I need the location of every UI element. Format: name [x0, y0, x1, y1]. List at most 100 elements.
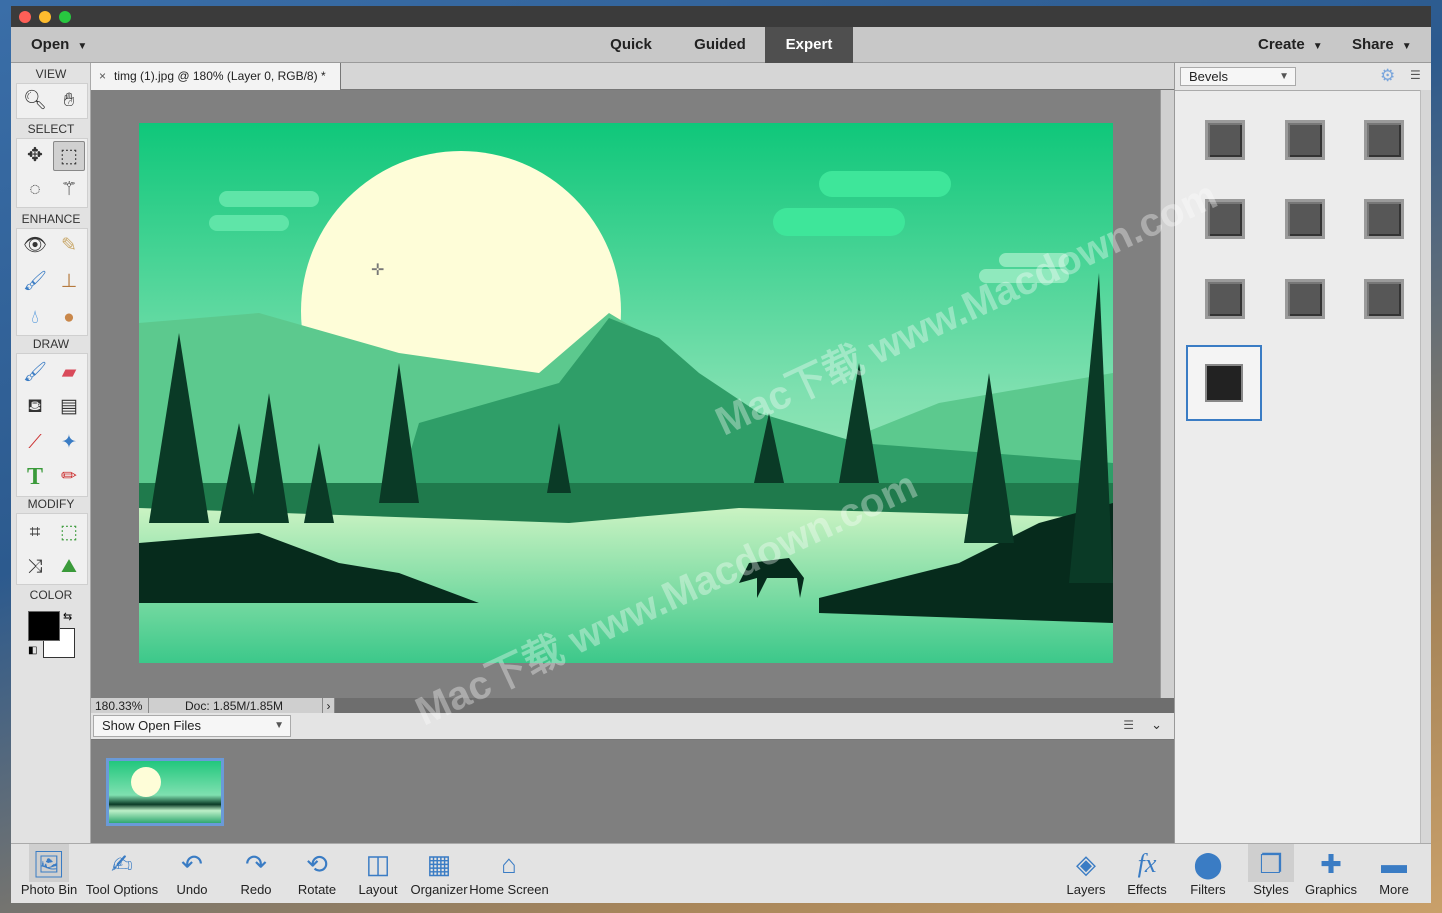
redo-button[interactable]: ↷ Redo [231, 844, 281, 903]
recompose-tool-icon[interactable]: ⬚ [53, 518, 85, 548]
photo-thumbnail[interactable] [106, 758, 224, 826]
gear-icon[interactable]: ⚙ [1380, 66, 1395, 86]
pencil-tool-icon[interactable]: ✏︎ [53, 462, 85, 492]
zoom-tool-icon[interactable]: 🔍︎ [19, 86, 51, 116]
collapse-chevron-icon[interactable]: ⌄ [1151, 717, 1162, 733]
chevron-down-icon: ▼ [1279, 71, 1289, 82]
tab-expert[interactable]: Expert [765, 27, 853, 63]
effects-button[interactable]: fx Effects [1124, 844, 1170, 903]
image-canvas[interactable] [139, 123, 1113, 663]
vertical-scrollbar[interactable] [1160, 90, 1174, 698]
brush-tool-icon[interactable]: 🖌︎ [19, 358, 51, 388]
filters-button[interactable]: ⬤ Filters [1185, 844, 1231, 903]
close-window-button[interactable] [19, 11, 31, 23]
foreground-color-swatch[interactable] [28, 611, 60, 641]
tool-options-button[interactable]: ✍︎ Tool Options [85, 844, 159, 903]
home-screen-button[interactable]: ⌂ Home Screen [469, 844, 549, 903]
sponge-tool-icon[interactable]: ● [53, 303, 85, 333]
bevel-swatch[interactable] [1364, 199, 1404, 239]
close-tab-icon[interactable]: × [99, 69, 106, 83]
dropdown-value: Bevels [1189, 69, 1229, 84]
share-label: Share [1352, 36, 1394, 53]
default-colors-icon[interactable]: ◧ [28, 645, 40, 657]
create-button[interactable]: Create ▼ [1258, 27, 1323, 63]
styles-button[interactable]: ❐ Styles [1248, 844, 1294, 903]
bevel-swatch[interactable] [1205, 279, 1245, 319]
more-button[interactable]: ▬ More [1371, 844, 1417, 903]
smart-brush-icon[interactable]: 🖌︎ [19, 267, 51, 297]
bevel-swatch[interactable] [1285, 120, 1325, 160]
rotate-button[interactable]: ⟲ Rotate [291, 844, 343, 903]
straighten-tool-icon[interactable]: ⛰︎ [53, 552, 85, 582]
document-title: timg (1).jpg @ 180% (Layer 0, RGB/8) * [114, 69, 326, 83]
label: Graphics [1304, 882, 1358, 897]
zoom-readout: 180.33% [91, 698, 149, 713]
top-bar: Open ▼ Quick Guided Expert Create ▼ Share ▼ [11, 27, 1431, 63]
photo-bin-icon: 🖼︎ [29, 844, 69, 882]
tool-options-icon: ✍︎ [111, 849, 133, 879]
section-view: VIEW [35, 67, 67, 81]
blur-tool-icon[interactable]: 💧︎ [19, 303, 51, 333]
layers-button[interactable]: ◈ Layers [1063, 844, 1109, 903]
open-button[interactable]: Open ▼ [31, 27, 87, 63]
graphics-button[interactable]: ✚ Graphics [1303, 844, 1359, 903]
style-swatches [1175, 90, 1421, 843]
bevel-swatch[interactable] [1364, 120, 1404, 160]
minimize-window-button[interactable] [39, 11, 51, 23]
bevel-swatch[interactable] [1205, 120, 1245, 160]
bevel-swatch[interactable] [1364, 279, 1404, 319]
hand-tool-icon[interactable]: ✋︎ [53, 86, 85, 116]
red-eye-tool-icon[interactable]: 👁︎ [19, 231, 51, 261]
section-select: SELECT [27, 122, 75, 136]
tab-quick[interactable]: Quick [587, 27, 675, 63]
photo-bin-button[interactable]: 🖼︎ Photo Bin [19, 844, 79, 903]
section-color: COLOR [29, 588, 73, 602]
label: Filters [1190, 882, 1226, 897]
panel-scrollbar[interactable] [1420, 90, 1431, 843]
bevel-swatch[interactable] [1285, 279, 1325, 319]
content-aware-move-icon[interactable]: ⤨ [19, 552, 51, 582]
healing-brush-icon[interactable]: ✎ [53, 231, 85, 261]
label: Layout [358, 882, 398, 897]
redo-icon: ↷ [245, 849, 267, 879]
chevron-down-icon: ▼ [1401, 41, 1412, 52]
canvas-area[interactable]: ✛ [91, 90, 1160, 698]
label: Undo [176, 882, 208, 897]
paint-bucket-icon[interactable]: ⛾ [19, 392, 51, 422]
rotate-icon: ⟲ [306, 849, 328, 879]
show-open-files-dropdown[interactable]: Show Open Files ▼ [93, 715, 291, 737]
type-tool-icon[interactable]: T [19, 462, 51, 492]
crop-tool-icon[interactable]: ⌗ [19, 518, 51, 548]
marquee-tool-icon[interactable]: ⬚ [53, 141, 85, 171]
document-tab[interactable]: × timg (1).jpg @ 180% (Layer 0, RGB/8) * [91, 63, 341, 90]
label: More [1379, 882, 1409, 897]
share-button[interactable]: Share ▼ [1352, 27, 1412, 63]
undo-icon: ↶ [181, 849, 203, 879]
eyedropper-icon[interactable]: ⟋ [19, 428, 51, 458]
shape-tool-icon[interactable]: ✦ [53, 428, 85, 458]
lasso-tool-icon[interactable]: ◌ [19, 175, 51, 205]
magic-wand-icon[interactable]: ⚚ [53, 175, 85, 205]
section-enhance: ENHANCE [21, 212, 81, 226]
clone-stamp-icon[interactable]: ⊥ [53, 267, 85, 297]
status-menu-arrow-icon[interactable]: › [323, 698, 335, 713]
chevron-down-icon: ▼ [274, 720, 284, 731]
bin-menu-icon[interactable]: ☰ [1123, 718, 1134, 732]
bevel-swatch[interactable] [1285, 199, 1325, 239]
panel-menu-icon[interactable]: ☰ [1410, 68, 1421, 82]
swap-colors-icon[interactable]: ⇆ [63, 610, 72, 623]
gradient-tool-icon[interactable]: ▤ [53, 392, 85, 422]
dropdown-value: Show Open Files [102, 718, 201, 733]
bevel-swatch[interactable] [1205, 199, 1245, 239]
selected-bevel-swatch[interactable] [1186, 345, 1262, 421]
label: Rotate [297, 882, 337, 897]
move-tool-icon[interactable]: ✥ [19, 141, 51, 171]
organizer-button[interactable]: ▦ Organizer [410, 844, 468, 903]
layout-button[interactable]: ◫ Layout [353, 844, 403, 903]
create-label: Create [1258, 36, 1305, 53]
zoom-window-button[interactable] [59, 11, 71, 23]
style-category-dropdown[interactable]: Bevels ▼ [1180, 67, 1296, 86]
undo-button[interactable]: ↶ Undo [167, 844, 217, 903]
tab-guided[interactable]: Guided [676, 27, 764, 63]
eraser-tool-icon[interactable]: ▰ [53, 358, 85, 388]
